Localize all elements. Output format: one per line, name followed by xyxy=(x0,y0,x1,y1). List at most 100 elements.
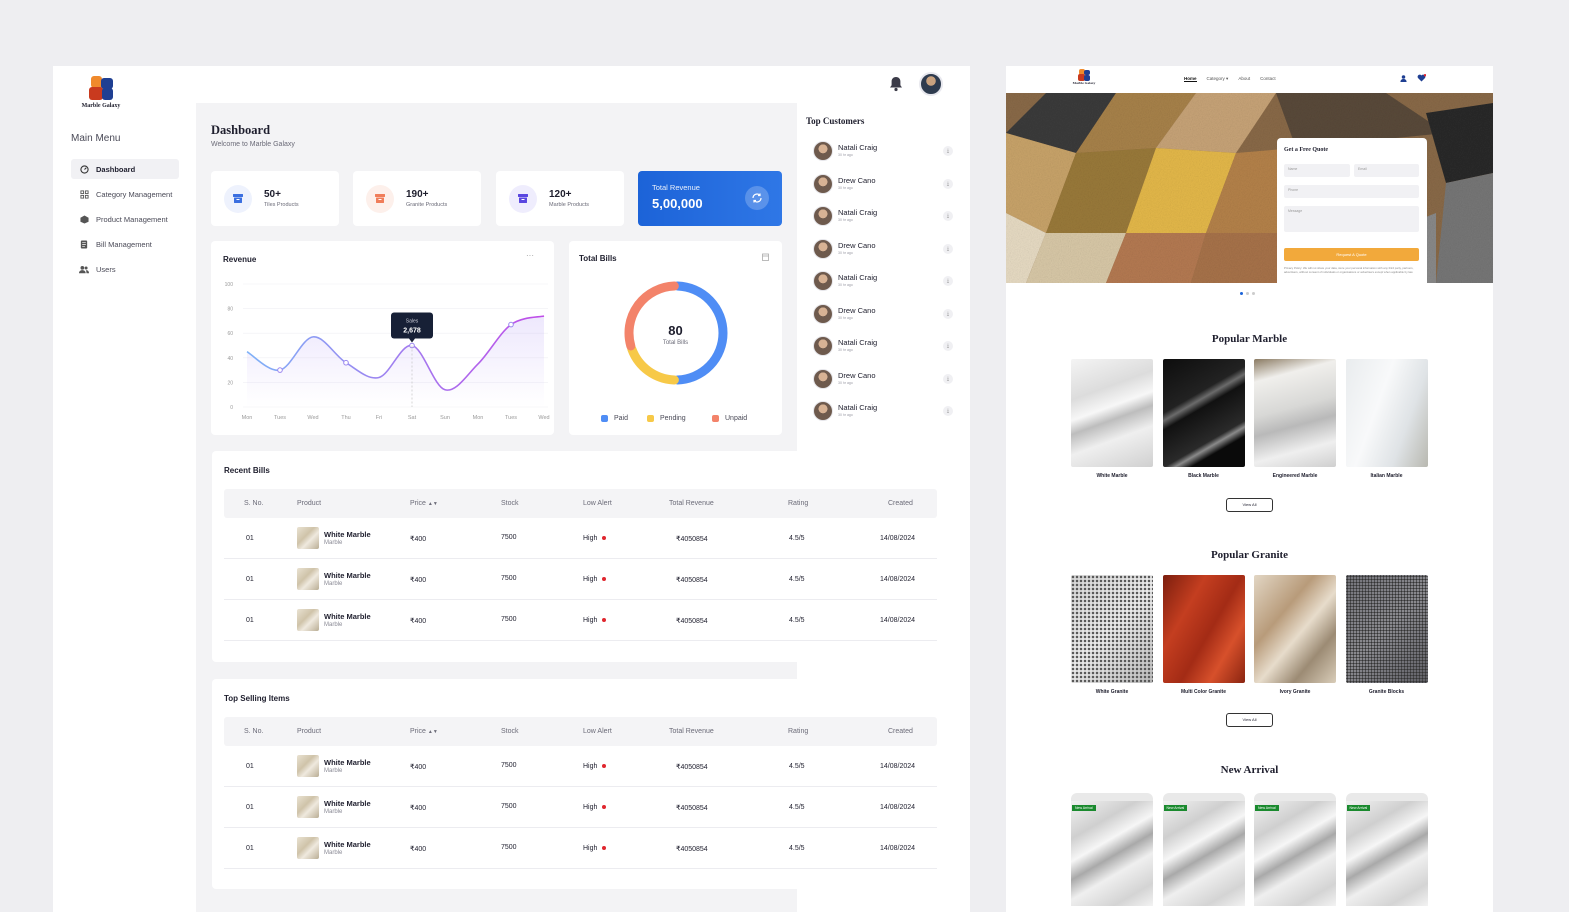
customer-row[interactable]: Drew Cano 30 hr ago ⤓ xyxy=(813,368,953,391)
table-row[interactable]: 01 White Marble Marble ₹400 7500 High ₹4050854… xyxy=(224,746,937,787)
customer-avatar xyxy=(813,206,833,226)
customer-row[interactable]: Natali Craig 30 hr ago ⤓ xyxy=(813,336,953,358)
customer-avatar xyxy=(813,401,833,421)
carousel-dot[interactable] xyxy=(1240,292,1243,295)
donut-segment[interactable] xyxy=(627,344,679,385)
quote-email-input[interactable]: Email xyxy=(1354,164,1419,177)
product-image xyxy=(1254,801,1336,906)
customer-row[interactable]: Natali Craig 30 hr ago ⤓ xyxy=(813,141,953,163)
cell-rating: 4.5/5 xyxy=(789,804,805,811)
brand-logo[interactable]: Marble Galaxy xyxy=(71,76,131,109)
download-icon[interactable]: ⤓ xyxy=(943,373,953,384)
stat-label: Tiles Products xyxy=(264,202,299,208)
sidebar-item-category-management[interactable]: Category Management xyxy=(71,184,179,204)
stat-card-marble[interactable]: 120+ Marble Products xyxy=(496,171,624,226)
total-revenue-card[interactable]: Total Revenue 5,00,000 xyxy=(638,171,782,226)
cell-product-category: Marble xyxy=(324,809,343,815)
table-row[interactable]: 01 White Marble Marble ₹400 7500 High ₹4050854… xyxy=(224,518,937,559)
nav-contact[interactable]: Contact xyxy=(1260,76,1276,82)
cell-sno: 01 xyxy=(246,617,254,624)
product-card[interactable] xyxy=(1345,575,1428,683)
product-card[interactable] xyxy=(1254,575,1336,683)
bills-total-label: Total Bills xyxy=(662,340,689,346)
carousel-dots[interactable] xyxy=(1240,292,1255,295)
customer-row[interactable]: Drew Cano 30 hr ago ⤓ xyxy=(813,238,953,261)
download-icon[interactable]: ⤓ xyxy=(943,211,953,221)
sidebar-item-label: Users xyxy=(96,264,116,274)
table-row[interactable]: 01 White Marble Marble ₹400 7500 High ₹4050854… xyxy=(224,559,937,600)
download-icon[interactable]: ⤓ xyxy=(943,406,953,416)
download-icon[interactable]: ⤓ xyxy=(943,243,953,254)
data-point[interactable] xyxy=(277,367,283,373)
nav-category[interactable]: Category ▾ xyxy=(1207,76,1229,82)
download-icon[interactable]: ⤓ xyxy=(943,276,953,286)
account-icon[interactable] xyxy=(1400,75,1407,82)
product-card[interactable] xyxy=(1162,359,1245,467)
notification-bell-icon[interactable] xyxy=(889,76,903,92)
sidebar-item-product-management[interactable]: Product Management xyxy=(71,209,179,229)
refresh-icon[interactable] xyxy=(745,186,769,210)
table-row[interactable]: 01 White Marble Marble ₹400 7500 High ₹4050854… xyxy=(224,600,937,641)
col-stock: Stock xyxy=(501,728,519,735)
customer-row[interactable]: Drew Cano 30 hr ago ⤓ xyxy=(813,173,953,196)
cell-product-name: White Marble xyxy=(324,612,371,621)
new-arrival-card[interactable]: New Arrival xyxy=(1071,793,1153,906)
quote-message-input[interactable]: Message xyxy=(1284,206,1419,232)
table-header: S. No. Product Price ▲▼ Stock Low Alert … xyxy=(224,489,937,518)
logo-mark-icon xyxy=(1078,69,1090,81)
marble-view-all-button[interactable]: View All xyxy=(1226,498,1273,512)
product-card[interactable] xyxy=(1254,359,1336,467)
new-arrival-card[interactable]: New Arrival xyxy=(1162,793,1245,906)
table-row[interactable]: 01 White Marble Marble ₹400 7500 High ₹4050854… xyxy=(224,787,937,828)
product-card[interactable] xyxy=(1071,575,1153,683)
site-logo[interactable]: Marble Galaxy xyxy=(1072,69,1096,85)
product-thumbnail xyxy=(297,527,319,549)
table-row[interactable]: 01 White Marble Marble ₹400 7500 High ₹4050854… xyxy=(224,828,937,869)
screen-frame: Marble Galaxy Main Menu Dashboard Catego… xyxy=(0,0,1569,912)
nav-category-label: Category xyxy=(1206,76,1225,81)
col-price[interactable]: Price ▲▼ xyxy=(410,500,438,507)
sidebar-item-dashboard[interactable]: Dashboard xyxy=(71,159,179,179)
col-total-revenue: Total Revenue xyxy=(669,500,714,507)
user-avatar[interactable] xyxy=(919,72,943,96)
granite-view-all-button[interactable]: View All xyxy=(1226,713,1273,727)
product-card[interactable] xyxy=(1071,359,1153,467)
download-icon[interactable]: ⤓ xyxy=(943,308,953,319)
quote-phone-input[interactable]: Phone xyxy=(1284,185,1419,198)
product-card[interactable] xyxy=(1162,575,1245,683)
product-image xyxy=(1071,359,1153,467)
website-preview: Marble Galaxy Home Category ▾ About Cont… xyxy=(1006,66,1493,912)
sidebar-item-bill-management[interactable]: Bill Management xyxy=(71,234,179,254)
carousel-dot[interactable] xyxy=(1252,292,1255,295)
new-arrival-card[interactable]: New Arrival xyxy=(1345,793,1428,906)
customer-row[interactable]: Natali Craig 30 hr ago ⤓ xyxy=(813,271,953,293)
product-card[interactable] xyxy=(1345,359,1428,467)
sidebar-item-users[interactable]: Users xyxy=(71,259,179,279)
new-arrival-card[interactable]: New Arrival xyxy=(1254,793,1336,906)
data-point[interactable] xyxy=(508,321,514,328)
col-price[interactable]: Price ▲▼ xyxy=(410,728,438,735)
quote-name-input[interactable]: Name xyxy=(1284,164,1350,177)
carousel-dot[interactable] xyxy=(1246,292,1249,295)
customer-row[interactable]: Natali Craig 30 hr ago ⤓ xyxy=(813,401,953,423)
download-icon[interactable]: ⤓ xyxy=(943,178,953,189)
revenue-chart-card: Revenue ··· 100 80 60 40 20 0 Mon Tues Wed Thu Fri… xyxy=(211,241,554,435)
nav-home[interactable]: Home xyxy=(1184,76,1197,82)
request-quote-button[interactable]: Request A Quote xyxy=(1284,248,1419,261)
y-tick-label: 60 xyxy=(227,331,233,337)
data-point[interactable] xyxy=(343,359,349,366)
sort-icon: ▲▼ xyxy=(427,729,438,735)
download-icon[interactable]: ⤓ xyxy=(943,341,953,351)
cell-sno: 01 xyxy=(246,845,254,852)
low-alert-text: High xyxy=(583,763,598,770)
stat-value: 50+ xyxy=(264,189,281,200)
stat-card-tiles[interactable]: 50+ Tiles Products xyxy=(211,171,339,226)
product-label: Granite Blocks xyxy=(1368,689,1405,695)
site-brand-name: Marble Galaxy xyxy=(1072,81,1096,85)
customer-row[interactable]: Natali Craig 30 hr ago ⤓ xyxy=(813,206,953,228)
customer-row[interactable]: Drew Cano 30 hr ago ⤓ xyxy=(813,303,953,326)
download-icon[interactable]: ⤓ xyxy=(943,146,953,156)
wishlist-heart-icon[interactable] xyxy=(1417,74,1426,82)
nav-about[interactable]: About xyxy=(1238,76,1250,82)
stat-card-granite[interactable]: 190+ Granite Products xyxy=(353,171,481,226)
